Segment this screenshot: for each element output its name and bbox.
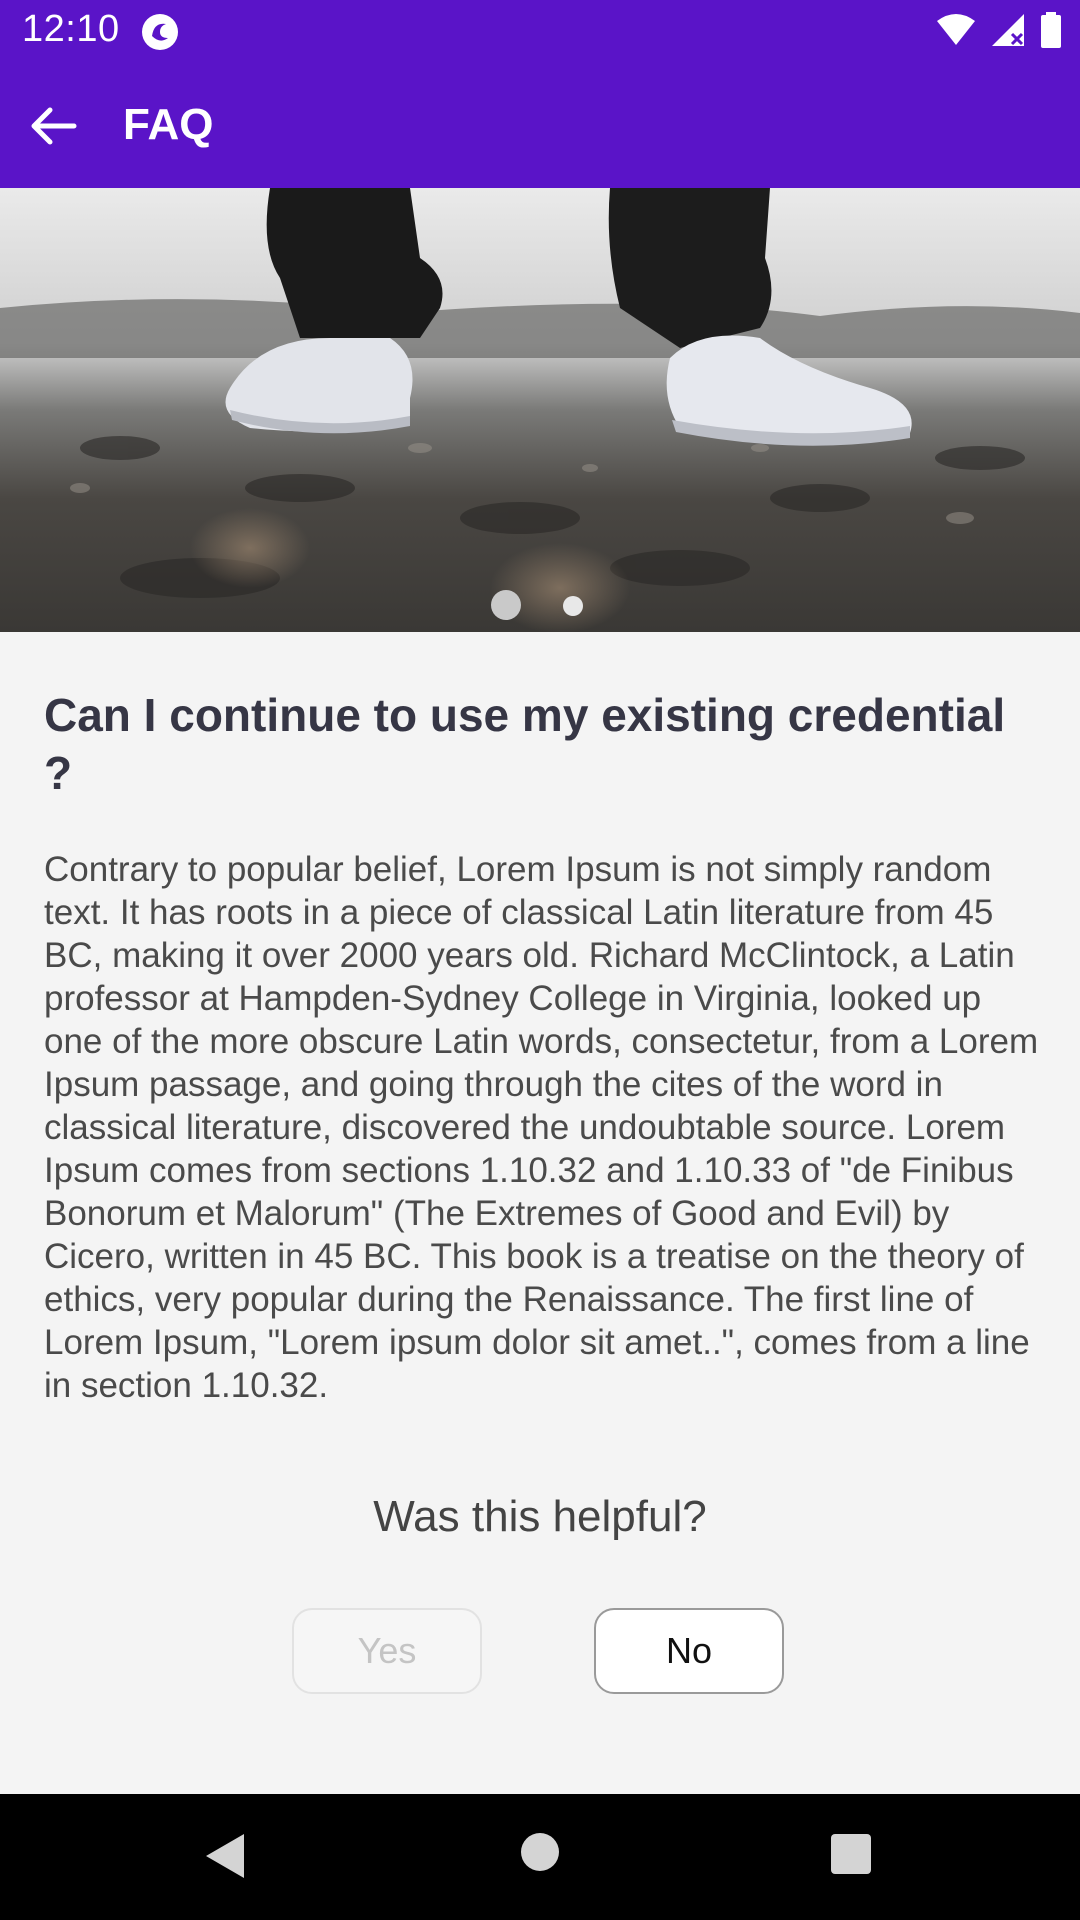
nav-recents-icon[interactable] bbox=[831, 1834, 871, 1879]
status-time: 12:10 bbox=[22, 8, 120, 50]
faq-answer: Contrary to popular belief, Lorem Ipsum … bbox=[44, 850, 1039, 1405]
carousel-dot-2[interactable] bbox=[563, 596, 583, 616]
carousel-dot-1[interactable] bbox=[491, 590, 521, 620]
carousel-indicator bbox=[0, 590, 1080, 620]
faq-question: Can I continue to use my existing creden… bbox=[44, 689, 1006, 799]
hero-image-carousel[interactable] bbox=[0, 188, 1080, 632]
status-bar: 12:10 bbox=[0, 0, 1080, 64]
hero-photo-sneakers bbox=[0, 188, 1080, 632]
nav-back-icon[interactable] bbox=[204, 1832, 246, 1885]
battery-icon bbox=[1040, 11, 1062, 53]
helpful-prompt: Was this helpful? bbox=[373, 1492, 707, 1541]
app-notification-icon bbox=[140, 12, 180, 52]
no-button[interactable]: No bbox=[594, 1608, 784, 1694]
faq-screen: 12:10 FAQ Can I continue to use my exist… bbox=[0, 0, 1080, 1920]
wifi-icon bbox=[936, 13, 976, 52]
nav-home-icon[interactable] bbox=[520, 1832, 560, 1877]
page-title: FAQ bbox=[123, 100, 214, 149]
yes-button[interactable]: Yes bbox=[292, 1608, 482, 1694]
back-arrow-icon[interactable] bbox=[26, 98, 82, 154]
system-navigation-bar bbox=[0, 1794, 1080, 1920]
signal-icon bbox=[990, 12, 1026, 53]
app-bar: FAQ bbox=[0, 64, 1080, 188]
